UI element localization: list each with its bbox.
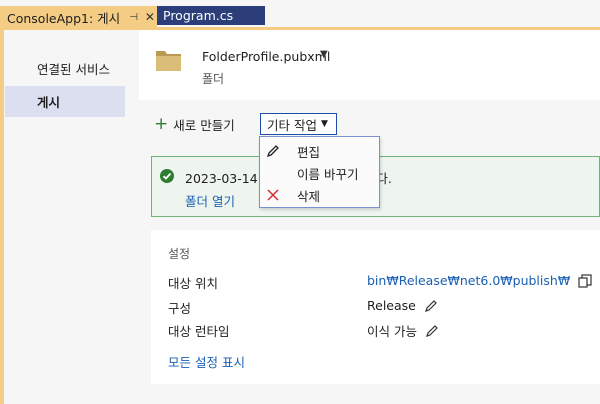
pencil-icon[interactable] [424, 299, 438, 313]
target-location-link[interactable]: bin₩Release₩net6.0₩publish₩ [367, 273, 570, 288]
publish-main: FolderProfile.pubxml ▼ 폴더 + 새로 만들기 기타 작업… [139, 30, 600, 404]
target-runtime-label: 대상 런타임 [168, 324, 230, 339]
chevron-down-icon: ▼ [320, 119, 328, 129]
target-location-label: 대상 위치 [168, 276, 218, 291]
settings-card: 설정 대상 위치 bin₩Release₩net6.0₩publish₩ 구성 … [151, 230, 600, 384]
pin-icon[interactable]: ⊣ [129, 12, 138, 23]
sidebar-item-connected-services[interactable]: 연결된 서비스 [5, 53, 125, 84]
open-folder-link[interactable]: 폴더 열기 [185, 191, 235, 210]
menu-item-label: 편집 [297, 144, 321, 160]
sidebar-accent-edge [0, 30, 4, 404]
profile-header: FolderProfile.pubxml ▼ 폴더 [139, 30, 600, 100]
delete-x-icon [267, 189, 279, 201]
tab-publish-label: ConsoleApp1: 게시 [7, 10, 121, 26]
plus-icon: + [154, 114, 169, 134]
success-check-icon [160, 169, 174, 183]
profile-type: 폴더 [202, 72, 225, 86]
sidebar-item-label: 게시 [37, 95, 61, 110]
settings-title: 설정 [168, 247, 191, 261]
configuration-label: 구성 [168, 301, 192, 316]
sidebar-item-publish[interactable]: 게시 [5, 86, 125, 117]
other-actions-menu: 편집 이름 바꾸기 삭제 [259, 136, 380, 208]
new-profile-button[interactable]: + 새로 만들기 [154, 115, 235, 134]
menu-item-edit[interactable]: 편집 [260, 140, 379, 162]
menu-item-rename[interactable]: 이름 바꾸기 [260, 162, 379, 184]
target-location-value[interactable]: bin₩Release₩net6.0₩publish₩ [367, 273, 592, 288]
tab-program-cs-label: Program.cs [163, 8, 234, 23]
pencil-icon[interactable] [425, 324, 439, 338]
menu-item-delete[interactable]: 삭제 [260, 184, 379, 206]
document-tab-strip: ConsoleApp1: 게시 ⊣ ✕ Program.cs [0, 0, 600, 30]
folder-icon [156, 51, 181, 71]
pencil-icon [266, 145, 279, 158]
chevron-down-icon[interactable]: ▼ [320, 49, 328, 60]
publish-sidebar: 연결된 서비스 게시 [0, 30, 139, 404]
new-profile-label: 새로 만들기 [173, 118, 235, 133]
sidebar-item-label: 연결된 서비스 [37, 62, 110, 77]
other-actions-button[interactable]: 기타 작업 ▼ [260, 113, 337, 135]
tab-publish[interactable]: ConsoleApp1: 게시 ⊣ ✕ [0, 6, 157, 28]
close-icon[interactable]: ✕ [145, 10, 155, 24]
copy-icon[interactable] [578, 273, 592, 288]
show-all-settings-link[interactable]: 모든 설정 표시 [168, 352, 245, 371]
other-actions-label: 기타 작업 [267, 117, 317, 133]
configuration-value: Release [367, 298, 438, 313]
menu-item-label: 이름 바꾸기 [297, 166, 359, 182]
profile-name[interactable]: FolderProfile.pubxml [202, 49, 330, 64]
target-runtime-value: 이식 가능 [367, 321, 439, 340]
tab-program-cs[interactable]: Program.cs [157, 6, 265, 25]
target-runtime-text: 이식 가능 [367, 324, 417, 339]
menu-item-label: 삭제 [297, 188, 321, 204]
configuration-text: Release [367, 298, 416, 313]
